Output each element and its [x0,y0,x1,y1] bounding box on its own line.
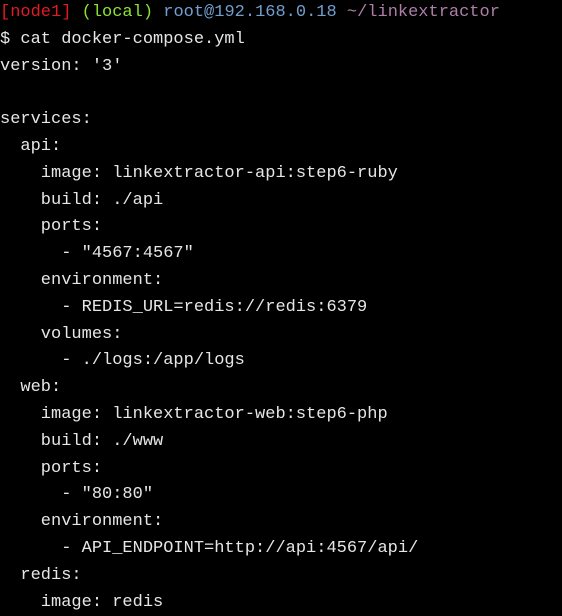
output-line: redis: [0,565,82,585]
output-line: - ./logs:/app/logs [0,351,245,371]
output-line: image: linkextractor-api:step6-ruby [0,163,398,183]
output-line: api: [0,136,62,156]
prompt-local: (local) [81,3,154,22]
output-line: - "4567:4567" [0,244,194,264]
prompt-path: ~/linkextractor [346,3,500,22]
output-line: ports: [0,217,103,237]
terminal-window[interactable]: [node1] (local) root@192.168.0.18 ~/link… [0,0,562,615]
output-line: environment: [0,270,164,290]
output-line: - "80:80" [0,485,154,505]
prompt-host: root@192.168.0.18 [163,3,337,22]
output-line: web: [0,378,62,398]
output-line: volumes: [0,324,123,344]
output-line: environment: [0,512,164,532]
output-line: - API_ENDPOINT=http://api:4567/api/ [0,538,419,558]
output-line: ports: [0,458,103,478]
output-line: image: linkextractor-web:step6-php [0,404,388,424]
output-line: build: ./api [0,190,164,210]
output-line: version: '3' [0,56,123,76]
output-line: build: ./www [0,431,164,451]
output-line: - REDIS_URL=redis://redis:6379 [0,297,368,317]
output-line: image: redis [0,592,164,612]
command-line: $ cat docker-compose.yml [0,29,245,49]
output-line: services: [0,110,92,130]
prompt-line: [node1] (local) root@192.168.0.18 ~/link… [0,0,562,27]
prompt-node: [node1] [0,3,72,22]
